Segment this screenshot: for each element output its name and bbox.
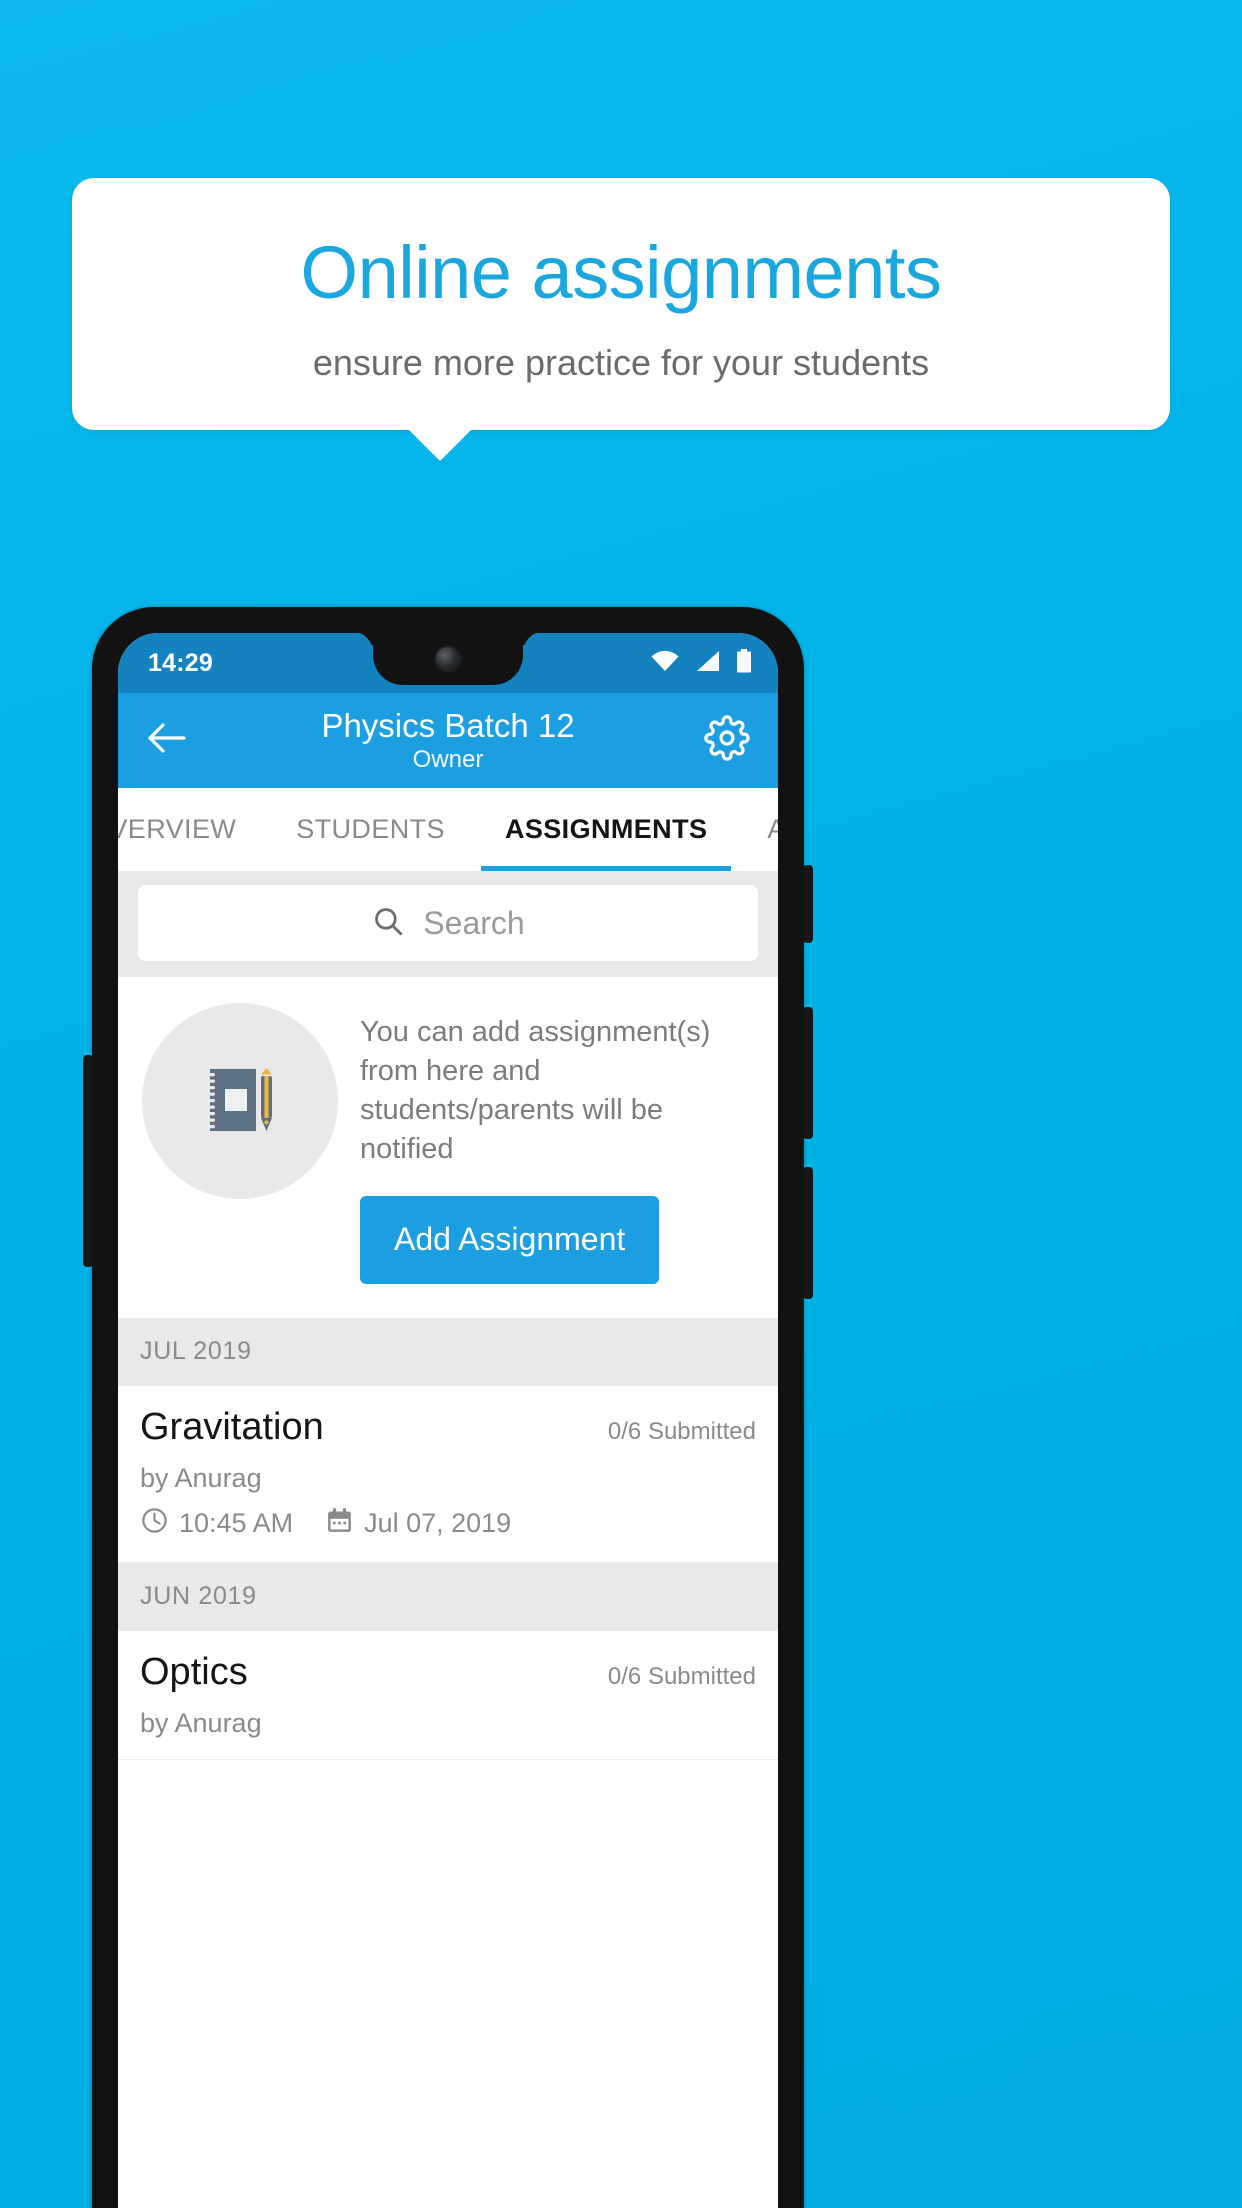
- assignment-submitted-count: 0/6 Submitted: [607, 1417, 756, 1445]
- assignment-author: by Anurag: [140, 1707, 262, 1738]
- assignment-title: Optics: [140, 1650, 248, 1693]
- empty-state-illustration: [142, 1003, 338, 1199]
- status-bar-clock: 14:29: [148, 648, 213, 677]
- display-notch: [373, 633, 523, 685]
- front-camera-icon: [436, 647, 460, 671]
- cellular-signal-icon: [695, 650, 721, 677]
- empty-state-card: You can add assignment(s) from here and …: [118, 977, 778, 1318]
- month-section-header: JUL 2019: [118, 1317, 778, 1386]
- search-input[interactable]: Search: [138, 885, 758, 961]
- search-icon: [371, 904, 405, 943]
- phone-power-button[interactable]: [803, 865, 813, 943]
- app-bar: Physics Batch 12 Owner: [118, 693, 778, 788]
- phone-screen: 14:29 Physics Batch 12 Owner VERVIEW STU…: [118, 633, 778, 2208]
- phone-volume-down-button[interactable]: [803, 1167, 813, 1299]
- tab-bar: OVERVIEW STUDENTS ASSIGNMENTS ANNOUNCEME…: [118, 788, 778, 871]
- tab-students[interactable]: STUDENTS: [266, 788, 475, 871]
- assignment-title: Gravitation: [140, 1405, 324, 1448]
- tab-assignments[interactable]: ASSIGNMENTS: [475, 788, 737, 871]
- phone-device-frame: 14:29 Physics Batch 12 Owner VERVIEW STU…: [83, 607, 813, 2208]
- promo-callout-tail: [408, 429, 472, 461]
- search-bar-container: Search: [118, 871, 778, 977]
- assignment-meta: 10:45 AM Jul 07, 2019: [140, 1506, 756, 1542]
- assignment-list-item[interactable]: Gravitation 0/6 Submitted by Anurag 10:4…: [118, 1385, 778, 1563]
- wifi-icon: [650, 650, 680, 677]
- settings-button[interactable]: [704, 715, 750, 766]
- promo-callout-card: Online assignments ensure more practice …: [72, 178, 1170, 430]
- phone-volume-up-button[interactable]: [803, 1007, 813, 1139]
- notebook-and-pen-icon: [188, 1047, 292, 1156]
- search-placeholder-text: Search: [423, 904, 525, 941]
- back-arrow-icon: [146, 720, 188, 761]
- tab-overview[interactable]: OVERVIEW: [118, 788, 266, 871]
- status-bar: 14:29: [118, 633, 778, 693]
- app-bar-titles: Physics Batch 12 Owner: [118, 707, 778, 774]
- status-bar-icons: [650, 648, 752, 678]
- battery-icon: [736, 648, 752, 678]
- gear-icon: [704, 715, 750, 766]
- assignment-date: Jul 07, 2019: [364, 1508, 512, 1539]
- empty-state-message: You can add assignment(s) from here and …: [360, 1016, 711, 1166]
- assignment-list-item[interactable]: Optics 0/6 Submitted by Anurag: [118, 1630, 778, 1760]
- promo-subheadline: ensure more practice for your students: [312, 341, 930, 383]
- calendar-icon: [325, 1506, 354, 1542]
- assignment-author: by Anurag: [140, 1462, 262, 1493]
- clock-icon: [140, 1506, 169, 1542]
- add-assignment-button[interactable]: Add Assignment: [360, 1195, 660, 1284]
- tab-announcements[interactable]: ANNOUNCEMENTS: [737, 788, 778, 871]
- page-title: Physics Batch 12: [321, 707, 575, 745]
- assignment-submitted-count: 0/6 Submitted: [607, 1662, 756, 1690]
- page-subtitle: Owner: [412, 745, 484, 773]
- promo-headline: Online assignments: [300, 231, 942, 315]
- assignment-time: 10:45 AM: [179, 1508, 294, 1539]
- phone-assistant-button[interactable]: [83, 1055, 93, 1267]
- month-section-header: JUN 2019: [118, 1562, 778, 1631]
- back-button[interactable]: [146, 720, 188, 761]
